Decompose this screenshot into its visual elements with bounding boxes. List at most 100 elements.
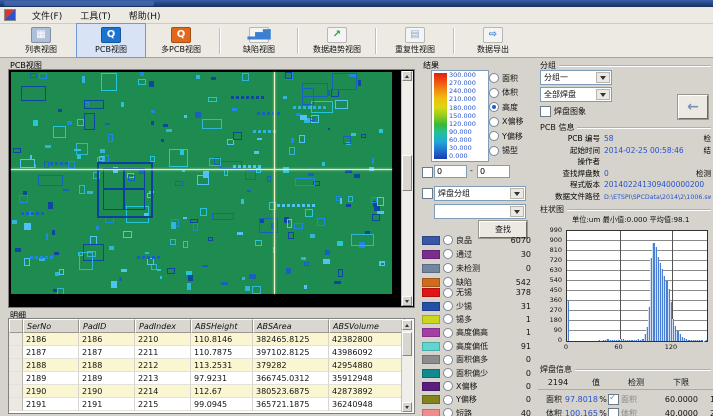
metric-radio-row[interactable]: 锡型 xyxy=(489,144,535,159)
column-header[interactable]: ABSVolume xyxy=(329,319,405,333)
row-selector[interactable] xyxy=(9,359,23,372)
pcb-component xyxy=(233,132,242,140)
toolbar-button[interactable]: ▂▅▇ 缺陷视图 xyxy=(224,23,294,58)
pad-image-checkbox[interactable] xyxy=(540,106,551,117)
chevron-down-icon[interactable] xyxy=(510,206,524,217)
summary-label: 良品 xyxy=(456,235,472,246)
column-header[interactable]: PadIndex xyxy=(135,319,191,333)
radio-icon[interactable] xyxy=(443,368,453,378)
radio-icon[interactable] xyxy=(443,341,453,351)
scroll-down-icon[interactable] xyxy=(402,296,412,306)
toolbar-button[interactable]: ▤ 重复性视图 xyxy=(380,23,450,58)
defect-row[interactable]: 无锡 378 xyxy=(422,286,531,299)
menu-item[interactable]: 帮助(H) xyxy=(121,7,169,24)
metric-radio-row[interactable]: 体积 xyxy=(489,86,535,101)
radio-icon[interactable] xyxy=(443,235,453,245)
column-header[interactable]: SerNo xyxy=(23,319,79,333)
toolbar-button[interactable]: ↗ 数据趋势视图 xyxy=(302,23,372,58)
radio-icon[interactable] xyxy=(489,88,499,98)
metric-radio-row[interactable]: 高度 xyxy=(489,100,535,115)
range-filter-checkbox[interactable] xyxy=(422,167,433,178)
radio-icon[interactable] xyxy=(489,102,499,112)
check-icon[interactable] xyxy=(608,408,619,416)
detail-scrollbar[interactable] xyxy=(401,320,413,412)
pad-filter-select[interactable]: 全部焊盘 xyxy=(540,87,612,102)
table-row[interactable]: 2191 2191 2215 99.0945 365721.1875 36240… xyxy=(9,398,414,411)
row-selector[interactable] xyxy=(9,372,23,385)
secondary-select[interactable] xyxy=(434,204,526,219)
radio-icon[interactable] xyxy=(443,328,453,338)
radio-icon[interactable] xyxy=(443,263,453,273)
defect-row[interactable]: 高度偏高 1 xyxy=(422,326,531,339)
pad-check-cell[interactable]: 面积 xyxy=(608,394,654,405)
menu-item[interactable]: 文件(F) xyxy=(24,7,70,24)
scroll-down-icon[interactable] xyxy=(402,402,412,412)
radio-icon[interactable] xyxy=(489,131,499,141)
pcb-scrollbar[interactable] xyxy=(401,71,413,306)
table-row[interactable]: 2188 2188 2212 113.2531 379282 42954880 xyxy=(9,359,414,372)
chevron-down-icon[interactable] xyxy=(510,188,524,199)
radio-icon[interactable] xyxy=(443,395,453,405)
column-header[interactable]: ABSArea xyxy=(253,319,329,333)
radio-icon[interactable] xyxy=(443,408,453,416)
radio-icon[interactable] xyxy=(443,355,453,365)
range-from-input[interactable] xyxy=(434,165,467,178)
toolbar-button[interactable]: ▦ 列表视图 xyxy=(6,23,76,58)
toolbar-button-label: 数据趋势视图 xyxy=(313,44,361,55)
radio-icon[interactable] xyxy=(443,381,453,391)
table-row[interactable]: 2186 2186 2210 110.8146 382465.8125 4238… xyxy=(9,333,414,346)
row-selector[interactable] xyxy=(9,333,23,346)
column-header[interactable]: PadID xyxy=(79,319,135,333)
scroll-up-icon[interactable] xyxy=(402,320,412,330)
defect-row[interactable]: 高度偏低 91 xyxy=(422,340,531,353)
pad-group-checkbox[interactable] xyxy=(422,188,433,199)
defect-row[interactable]: 短路 40 xyxy=(422,407,531,416)
chevron-down-icon[interactable] xyxy=(596,72,610,83)
group-select[interactable]: 分组一 xyxy=(540,70,612,85)
radio-icon[interactable] xyxy=(489,73,499,83)
scroll-thumb[interactable] xyxy=(402,332,412,356)
table-row[interactable]: 2190 2190 2214 112.67 380523.6875 428738… xyxy=(9,385,414,398)
defect-row[interactable]: 锡多 1 xyxy=(422,313,531,326)
defect-row[interactable]: 面积偏多 0 xyxy=(422,353,531,366)
scroll-up-icon[interactable] xyxy=(402,71,412,81)
defect-row[interactable]: Y偏移 0 xyxy=(422,393,531,406)
table-row[interactable]: 2189 2189 2213 97.9231 366745.0312 35912… xyxy=(9,372,414,385)
back-arrow-button[interactable]: ← xyxy=(678,95,708,119)
toolbar-button[interactable]: ⇨ 数据导出 xyxy=(458,23,528,58)
table-row[interactable]: 2187 2187 2211 110.7875 397102.8125 4398… xyxy=(9,346,414,359)
defect-row[interactable]: 面积偏少 0 xyxy=(422,366,531,379)
chevron-down-icon[interactable] xyxy=(596,89,610,100)
summary-row[interactable]: 良品 6070 xyxy=(422,233,531,247)
toolbar-button[interactable]: Q PCB视图 xyxy=(76,23,146,58)
defect-type-list: 无锡 378 少锡 31 锡多 1 xyxy=(422,286,531,416)
defect-row[interactable]: X偏移 0 xyxy=(422,380,531,393)
column-header[interactable]: ABSHeight xyxy=(191,319,253,333)
radio-icon[interactable] xyxy=(489,146,499,156)
pad-group-select[interactable]: 焊盘分组 xyxy=(434,186,526,201)
defect-row[interactable]: 少锡 31 xyxy=(422,299,531,312)
pcb-component xyxy=(338,269,343,277)
row-selector[interactable] xyxy=(9,398,23,411)
summary-row[interactable]: 通过 30 xyxy=(422,247,531,261)
pcb-component xyxy=(337,241,343,246)
metric-radio-row[interactable]: X偏移 xyxy=(489,115,535,130)
toolbar-button[interactable]: Q 多PCB视图 xyxy=(146,23,216,58)
check-icon[interactable] xyxy=(608,394,619,405)
pcb-canvas[interactable] xyxy=(8,69,415,308)
menu-item[interactable]: 工具(T) xyxy=(72,7,119,24)
row-selector[interactable] xyxy=(9,346,23,359)
radio-icon[interactable] xyxy=(443,288,453,298)
summary-row[interactable]: 未检测 0 xyxy=(422,261,531,275)
metric-radio-row[interactable]: 面积 xyxy=(489,71,535,86)
radio-icon[interactable] xyxy=(489,117,499,127)
pad-image-checkbox-row[interactable]: 焊盘图象 xyxy=(540,106,586,117)
metric-radio-row[interactable]: Y偏移 xyxy=(489,129,535,144)
radio-icon[interactable] xyxy=(443,249,453,259)
range-to-input[interactable] xyxy=(477,165,510,178)
radio-icon[interactable] xyxy=(443,301,453,311)
scroll-thumb[interactable] xyxy=(402,155,412,191)
row-selector[interactable] xyxy=(9,385,23,398)
pad-check-cell[interactable]: 体积 xyxy=(608,408,654,416)
radio-icon[interactable] xyxy=(443,314,453,324)
